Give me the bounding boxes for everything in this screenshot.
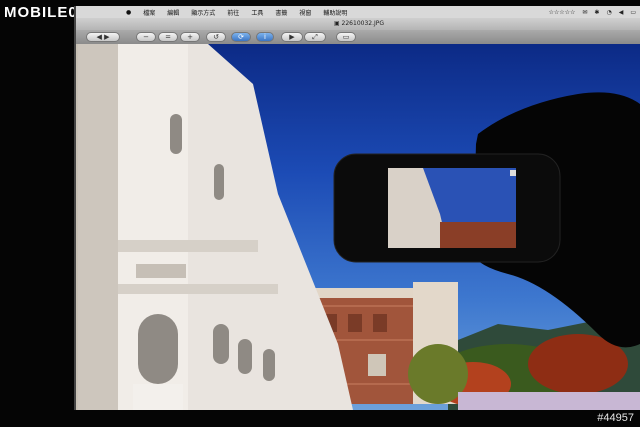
slideshow-button[interactable]: ▶ — [281, 32, 303, 42]
menu-go[interactable]: 前往 — [227, 8, 239, 17]
menu-help[interactable]: 輔助說明 — [323, 8, 347, 17]
window-title-bar: ▣ 22610032.JPG — [76, 18, 640, 30]
zoom-in-button[interactable]: + — [180, 32, 200, 42]
bluetooth-icon[interactable]: ✱ — [594, 9, 599, 16]
info-button[interactable]: i — [256, 32, 274, 42]
rotate-icon[interactable]: ⟳ — [231, 32, 251, 42]
menu-view[interactable]: 顯示方式 — [191, 8, 215, 17]
zoom-reset-button[interactable]: = — [158, 32, 178, 42]
photo-frame: MOBILE01 ● 檔案 編輯 顯示方式 前往 工具 書籤 視窗 輔助說明 ☆… — [0, 0, 640, 427]
menu-edit[interactable]: 編輯 — [167, 8, 179, 17]
rotate-button[interactable]: ↺ — [206, 32, 226, 42]
monitor-screen: ● 檔案 編輯 顯示方式 前往 工具 書籤 視窗 輔助說明 ☆☆☆☆☆ ✉ ✱ … — [74, 6, 640, 410]
photo-id: #44957 — [597, 412, 634, 424]
file-icon: ▣ — [333, 20, 340, 27]
mail-icon[interactable]: ✉ — [582, 9, 587, 16]
apple-menu-icon[interactable]: ● — [126, 9, 131, 16]
menu-bookmarks[interactable]: 書籤 — [275, 8, 287, 17]
viewer-toolbar: ◀ ▶ − = + ↺ ⟳ i ▶ ⤢ ▭ — [76, 30, 640, 44]
window-title: 22610032.JPG — [341, 20, 385, 27]
nav-buttons[interactable]: ◀ ▶ — [86, 32, 120, 42]
menu-file[interactable]: 檔案 — [143, 8, 155, 17]
menu-tools[interactable]: 工具 — [251, 8, 263, 17]
menu-window[interactable]: 視窗 — [299, 8, 311, 17]
rating-stars[interactable]: ☆☆☆☆☆ — [548, 9, 575, 16]
zoom-out-button[interactable]: − — [136, 32, 156, 42]
wifi-icon[interactable]: ◔ — [606, 9, 611, 16]
photo-illustration — [78, 44, 640, 410]
status-tray: ☆☆☆☆☆ ✉ ✱ ◔ ◀ ▭ — [548, 6, 636, 18]
volume-icon[interactable]: ◀ — [619, 9, 624, 16]
more-button[interactable]: ▭ — [336, 32, 356, 42]
photo-canvas — [78, 44, 640, 410]
fullscreen-button[interactable]: ⤢ — [304, 32, 326, 42]
battery-icon[interactable]: ▭ — [630, 9, 636, 16]
